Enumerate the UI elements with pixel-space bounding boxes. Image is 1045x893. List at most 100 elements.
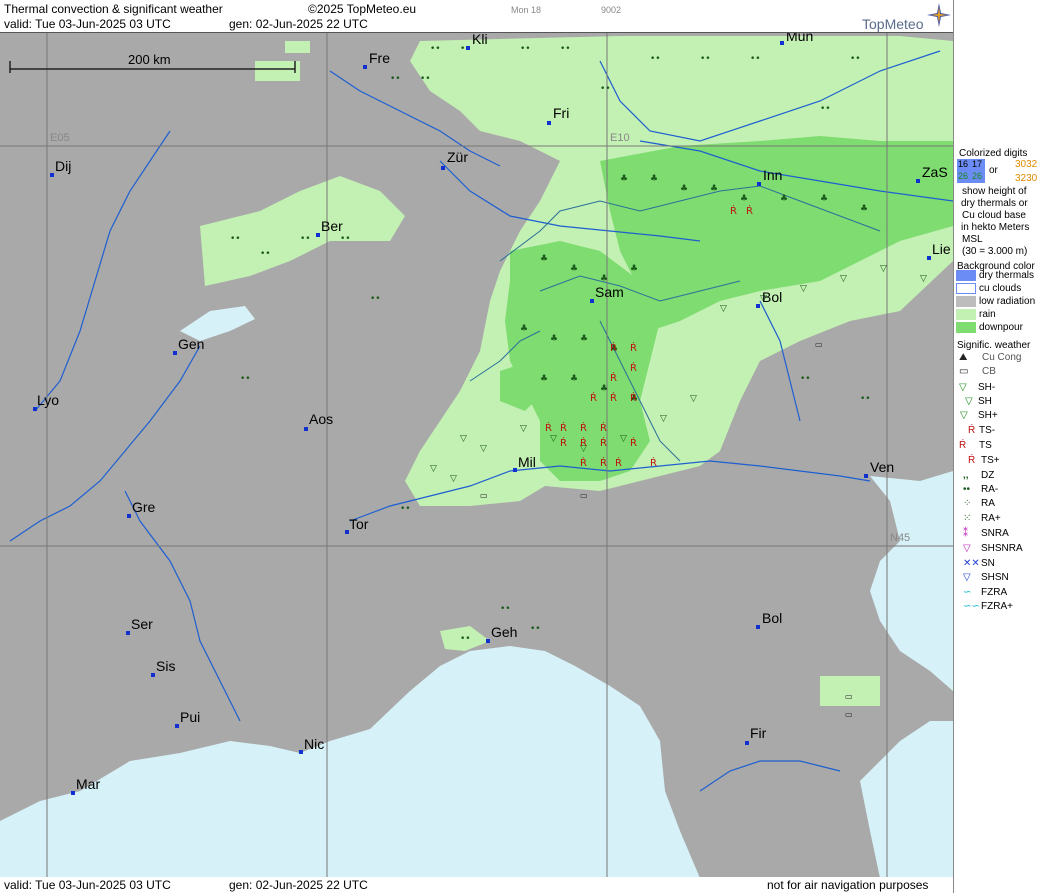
legend-wx-label: CB (982, 366, 996, 377)
svg-text:▽: ▽ (840, 274, 847, 284)
svg-text:Ŕ: Ŕ (580, 436, 587, 449)
shower-icon: ▽ (965, 396, 973, 407)
svg-text:♣: ♣ (580, 334, 588, 344)
svg-text:♣: ♣ (820, 194, 828, 204)
cu-cong-icon: ⛰ (959, 352, 968, 363)
svg-text:••: •• (560, 44, 571, 54)
svg-text:••: •• (800, 374, 811, 384)
rain-icon: ⁘ (963, 498, 972, 509)
rain-light-icon: •• (963, 484, 971, 495)
svg-text:••: •• (420, 74, 431, 84)
svg-text:▽: ▽ (480, 444, 487, 454)
svg-text:••: •• (700, 54, 711, 64)
svg-text:▽: ▽ (620, 434, 627, 444)
sample-digits-bottom: 3230 (1015, 173, 1038, 184)
copyright: ©2025 TopMeteo.eu (308, 2, 417, 16)
svg-text:♣: ♣ (570, 264, 578, 274)
legend-wx-label: RA+ (981, 513, 1001, 524)
svg-text:••: •• (650, 54, 661, 64)
svg-text:••: •• (300, 234, 311, 244)
svg-text:Ŕ: Ŕ (615, 456, 622, 469)
svg-text:▽: ▽ (430, 464, 437, 474)
legend-wx-label: RA- (981, 484, 999, 495)
svg-text:Ŕ: Ŕ (610, 391, 617, 404)
legend-text-line: MSL (962, 234, 983, 245)
svg-text:••: •• (230, 234, 241, 244)
svg-text:♣: ♣ (540, 374, 548, 384)
footer-generated-time: gen: 02-Jun-2025 22 UTC (229, 878, 368, 892)
svg-text:▭: ▭ (845, 692, 853, 701)
weather-map[interactable]: •• •• •• •• •• •• •• •• •• •• •• •• ♣ ♣ ♣ ♣ ♣ ♣ ♣ ♣ ♣ ♣ ♣… (0, 32, 953, 878)
thunderstorm-light-icon: Ŕ (968, 425, 976, 436)
svg-text:Ŕ: Ŕ (580, 421, 587, 434)
legend-wx-label: DZ (981, 470, 995, 481)
legend-wx-label: SH (978, 396, 992, 407)
legend-panel: Colorized digits 16 17 26 26 or 3032 323… (953, 0, 1045, 893)
freezing-rain-icon: ∽ (963, 587, 972, 598)
shower-heavy-icon: ▽ (960, 410, 968, 421)
legend-wx-title: Signific. weather (957, 340, 1031, 351)
snow-rain-icon: ⁑ (963, 528, 968, 539)
svg-text:▽: ▽ (880, 264, 887, 274)
generated-time: gen: 02-Jun-2025 22 UTC (229, 17, 368, 31)
svg-text:••: •• (530, 624, 541, 634)
grid-label-n45: N45 (890, 532, 911, 544)
snow-icon: ✕✕ (963, 558, 980, 569)
svg-text:♣: ♣ (630, 264, 638, 274)
svg-text:▭: ▭ (580, 491, 588, 500)
legend-text-line: (30 = 3.000 m) (962, 246, 1028, 257)
grid-label-e05: E05 (50, 132, 70, 144)
swatch-downpour (956, 322, 976, 333)
svg-text:▽: ▽ (690, 394, 697, 404)
svg-text:••: •• (390, 74, 401, 84)
svg-text:Ŕ: Ŕ (560, 436, 567, 449)
svg-text:♣: ♣ (600, 274, 608, 284)
swatch-low-radiation (956, 296, 976, 307)
svg-text:♣: ♣ (780, 194, 788, 204)
compass-star-icon (927, 3, 951, 27)
swatch-cu-clouds (956, 283, 976, 294)
product-code: 9002 (601, 5, 622, 15)
legend-wx-label: SHSNRA (981, 543, 1023, 554)
brand-name: TopMeteo (862, 16, 924, 32)
svg-text:Ŕ: Ŕ (630, 361, 637, 374)
shower-snow-icon: ▽ (963, 572, 971, 583)
svg-text:Ŕ: Ŕ (650, 456, 657, 469)
legend-text-line: show height of (962, 186, 1027, 197)
drizzle-icon: ,, (963, 470, 969, 481)
svg-text:♣: ♣ (620, 174, 628, 184)
legend-wx-label: SNRA (981, 528, 1009, 539)
svg-text:♣: ♣ (600, 384, 608, 394)
chart-title: Thermal convection & significant weather (4, 2, 223, 16)
legend-wx-label: SH- (978, 382, 996, 393)
svg-text:▽: ▽ (450, 474, 457, 484)
svg-text:♣: ♣ (550, 334, 558, 344)
svg-text:Ŕ: Ŕ (630, 341, 637, 354)
grid-label-e10: E10 (610, 132, 630, 144)
svg-text:••: •• (460, 634, 471, 644)
svg-text:♣: ♣ (710, 184, 718, 194)
legend-wx-label: SHSN (981, 572, 1009, 583)
svg-text:♣: ♣ (570, 374, 578, 384)
svg-text:♣: ♣ (740, 194, 748, 204)
legend-bg-label: downpour (979, 322, 1023, 333)
legend-wx-label: SH+ (978, 410, 998, 421)
svg-text:Ŕ: Ŕ (630, 436, 637, 449)
svg-text:▭: ▭ (480, 491, 488, 500)
svg-text:♣: ♣ (520, 324, 528, 334)
legend-wx-label: RA (981, 498, 995, 509)
svg-text:••: •• (400, 504, 411, 514)
svg-text:♣: ♣ (860, 204, 868, 214)
legend-wx-label: FZRA+ (981, 601, 1013, 612)
svg-text:Ŕ: Ŕ (600, 456, 607, 469)
legend-bg-label: cu clouds (979, 283, 1022, 294)
svg-text:••: •• (520, 44, 531, 54)
svg-text:••: •• (240, 374, 251, 384)
svg-text:••: •• (500, 604, 511, 614)
svg-text:••: •• (600, 84, 611, 94)
legend-text-line: in hekto Meters (961, 222, 1030, 233)
svg-text:Ŕ: Ŕ (560, 421, 567, 434)
swatch-rain (956, 309, 976, 320)
svg-text:♣: ♣ (650, 174, 658, 184)
legend-bg-label: low radiation (979, 296, 1036, 307)
